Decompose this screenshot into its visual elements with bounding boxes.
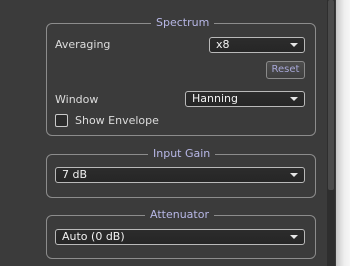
scrollbar-thumb[interactable] <box>328 0 334 190</box>
show-envelope-checkbox[interactable] <box>55 114 68 127</box>
reset-button[interactable]: Reset <box>266 61 305 79</box>
chevron-down-icon <box>290 43 298 47</box>
window-select[interactable]: Hanning <box>185 91 305 107</box>
averaging-label: Averaging <box>55 38 111 51</box>
show-envelope-label[interactable]: Show Envelope <box>75 114 159 128</box>
window-select-value: Hanning <box>192 92 238 105</box>
attenuator-legend: Attenuator <box>145 208 214 222</box>
attenuator-select-value: Auto (0 dB) <box>62 230 125 243</box>
averaging-select[interactable]: x8 <box>209 37 305 53</box>
averaging-select-value: x8 <box>216 38 230 51</box>
spectrum-legend: Spectrum <box>151 16 215 30</box>
chevron-down-icon <box>290 97 298 101</box>
input-gain-legend: Input Gain <box>148 147 216 161</box>
input-gain-select-value: 7 dB <box>62 168 88 181</box>
window-label: Window <box>55 93 99 106</box>
input-gain-select[interactable]: 7 dB <box>55 167 305 183</box>
chevron-down-icon <box>290 235 298 239</box>
window-edge <box>336 0 350 266</box>
chevron-down-icon <box>290 173 298 177</box>
attenuator-select[interactable]: Auto (0 dB) <box>55 229 305 245</box>
